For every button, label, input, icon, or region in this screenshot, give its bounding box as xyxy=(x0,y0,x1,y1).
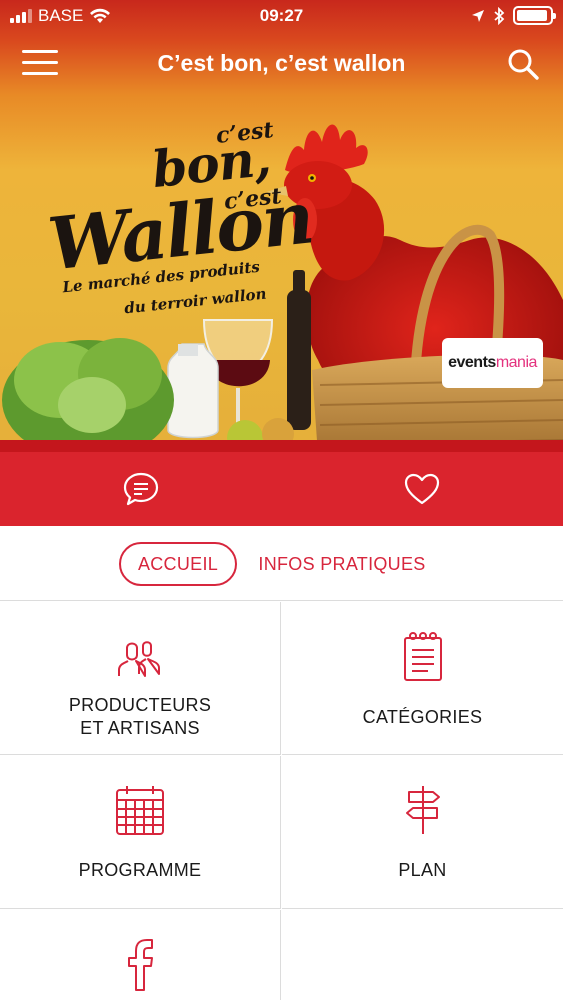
grid-item-categories[interactable]: CATÉGORIES xyxy=(282,602,563,755)
grid-label-categories: CATÉGORIES xyxy=(362,707,483,727)
page-title: C’est bon, c’est wallon xyxy=(157,50,406,76)
people-icon xyxy=(118,641,160,677)
poster-brand: c’est bon, c’est Wallon Le marché des pr… xyxy=(44,117,316,317)
grid-item-empty xyxy=(282,910,563,1000)
grid-label-producteurs: PRODUCTEURS ET ARTISANS xyxy=(68,695,212,738)
hero: BASE 09:27 C’est bon, c’est wallon c’est… xyxy=(0,0,563,526)
chat-bubble-icon xyxy=(123,472,159,506)
tab-accueil[interactable]: ACCUEIL xyxy=(119,542,237,586)
comment-button[interactable] xyxy=(122,470,160,508)
grid-label-plan: PLAN xyxy=(398,860,447,880)
action-bar xyxy=(0,452,563,526)
tab-bar: ACCUEIL INFOS PRATIQUES xyxy=(0,526,563,601)
grid-item-producteurs[interactable]: PRODUCTEURS ET ARTISANS xyxy=(0,602,281,755)
tab-infos-pratiques[interactable]: INFOS PRATIQUES xyxy=(250,542,434,586)
favorite-button[interactable] xyxy=(403,470,441,508)
search-icon xyxy=(508,49,539,80)
status-right xyxy=(471,6,556,25)
badge-main-text: events xyxy=(448,354,496,371)
grid-item-facebook[interactable] xyxy=(0,910,281,1000)
grid-item-programme[interactable]: PROGRAMME xyxy=(0,756,281,909)
search-button[interactable] xyxy=(505,46,541,82)
badge-accent-text: mania xyxy=(495,354,538,371)
calendar-icon xyxy=(116,786,164,835)
bottle xyxy=(287,290,311,430)
menu-grid: PRODUCTEURS ET ARTISANS CATÉGORIES PROGR… xyxy=(0,602,563,1000)
hamburger-icon xyxy=(22,50,58,53)
location-arrow-icon xyxy=(472,9,484,22)
nav-bar: C’est bon, c’est wallon xyxy=(0,34,563,94)
heart-icon xyxy=(404,473,440,505)
battery-icon xyxy=(513,6,556,25)
facebook-icon xyxy=(128,939,153,991)
battery-level xyxy=(517,10,548,21)
grid-item-plan[interactable]: PLAN xyxy=(282,756,563,909)
milk-bottle xyxy=(167,343,219,439)
grid-label-programme: PROGRAMME xyxy=(78,860,202,880)
bluetooth-icon xyxy=(494,6,505,25)
status-bar: BASE 09:27 xyxy=(0,0,563,34)
menu-button[interactable] xyxy=(22,50,58,78)
eventsmania-logo: eventsmania xyxy=(442,338,543,388)
signpost-icon xyxy=(405,786,440,834)
notepad-icon xyxy=(403,632,442,681)
